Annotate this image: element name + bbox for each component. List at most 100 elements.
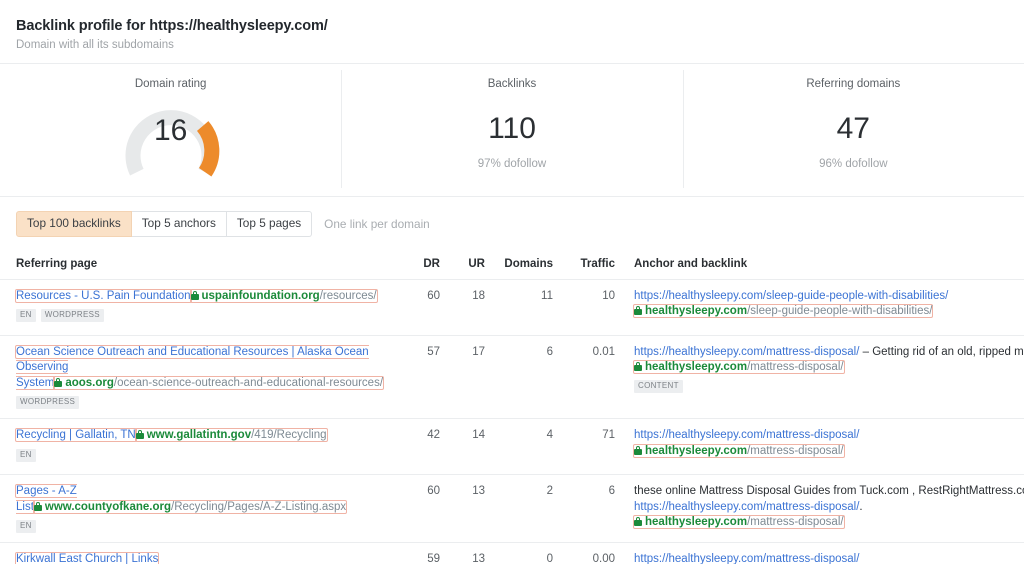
anchor-line: https://healthysleepy.com/mattress-dispo… — [634, 346, 1024, 358]
lock-icon — [634, 445, 642, 455]
lock-icon — [634, 362, 642, 372]
cell-dr: 57 — [427, 345, 440, 358]
tab-top-100-backlinks[interactable]: Top 100 backlinks — [16, 211, 132, 237]
cell-traffic: 0.01 — [592, 345, 615, 358]
referring-domain: aoos.org — [65, 376, 114, 389]
tabs-row: Top 100 backlinks Top 5 anchors Top 5 pa… — [0, 197, 1024, 247]
one-link-per-domain-note: One link per domain — [324, 216, 430, 231]
tab-top-5-pages[interactable]: Top 5 pages — [226, 211, 313, 237]
backlink-target-url[interactable]: https://healthysleepy.com/mattress-dispo… — [634, 553, 859, 564]
referring-page-url[interactable]: uspainfoundation.org/resources/ — [190, 289, 377, 302]
anchor-line: https://healthysleepy.com/sleep-guide-pe… — [634, 290, 948, 302]
referring-path: /resources/ — [319, 289, 377, 302]
backlink-profile-page: Backlink profile for https://healthyslee… — [0, 0, 1024, 564]
metric-label: Referring domains — [806, 78, 901, 90]
anchor-text-block: https://healthysleepy.com/mattress-dispo… — [634, 345, 1024, 361]
metric-label: Domain rating — [134, 78, 207, 90]
metric-sublabel: 97% dofollow — [477, 158, 547, 170]
lock-icon — [634, 517, 642, 527]
referring-path: /419/Recycling — [251, 429, 327, 442]
cell-anchor-and-backlink: https://healthysleepy.com/mattress-dispo… — [615, 428, 1024, 459]
badge-en: EN — [16, 448, 36, 462]
tab-top-5-anchors[interactable]: Top 5 anchors — [131, 211, 227, 237]
cell-traffic: 10 — [602, 289, 615, 302]
column-header-traffic: Traffic — [580, 257, 615, 270]
backlink-url[interactable]: healthysleepy.com/mattress-disposal/ — [634, 445, 844, 457]
table-body: Resources - U.S. Pain Foundation uspainfo… — [0, 280, 1024, 564]
referring-page-badges: EN WORDPRESS — [16, 309, 396, 323]
referring-path: /Recycling/Pages/A-Z-Listing.aspx — [171, 500, 347, 513]
badge-content: CONTENT — [634, 380, 683, 394]
cell-referring-page: Pages - A-Z List www.countyofkane.org/Rec… — [16, 484, 396, 534]
cell-domains: 6 — [546, 345, 553, 358]
badge-wordpress: WORDPRESS — [16, 396, 80, 410]
cell-ur: 18 — [472, 289, 485, 302]
cell-domains: 4 — [546, 429, 553, 442]
backlink-target-url[interactable]: https://healthysleepy.com/mattress-dispo… — [634, 501, 859, 513]
anchor-text: these online Mattress Disposal Guides fr… — [634, 485, 1024, 498]
page-header: Backlink profile for https://healthyslee… — [0, 0, 1024, 63]
cell-dr: 60 — [427, 485, 440, 498]
anchor-line: https://healthysleepy.com/mattress-dispo… — [634, 501, 863, 513]
domain-rating-gauge: 16 — [120, 94, 222, 182]
cell-traffic: 71 — [602, 429, 615, 442]
referring-page-badges: EN — [16, 520, 396, 534]
column-header-referring-page: Referring page — [16, 257, 98, 270]
metric-sublabel: 96% dofollow — [819, 158, 888, 170]
anchor-text-block: https://healthysleepy.com/mattress-dispo… — [634, 552, 1024, 564]
page-title: Backlink profile for https://healthyslee… — [16, 18, 328, 34]
backlink-path: /mattress-disposal/ — [747, 361, 844, 374]
referring-page-link[interactable]: Resources - U.S. Pain Foundation — [16, 290, 191, 302]
referring-domain: www.countyofkane.org — [44, 500, 171, 513]
backlink-domain: healthysleepy.com — [645, 444, 748, 457]
tab-group: Top 100 backlinks Top 5 anchors Top 5 pa… — [16, 211, 313, 237]
backlink-path: /mattress-disposal/ — [747, 444, 844, 457]
referring-page-url[interactable]: www.gallatintn.gov/419/Recycling — [135, 429, 327, 442]
anchor-badges: CONTENT — [634, 380, 1024, 394]
cell-referring-page: Resources - U.S. Pain Foundation uspainfo… — [16, 289, 396, 323]
backlink-target-url[interactable]: https://healthysleepy.com/mattress-dispo… — [634, 346, 859, 358]
backlink-url[interactable]: healthysleepy.com/mattress-disposal/ — [634, 516, 844, 528]
cell-ur: 13 — [472, 485, 485, 498]
backlink-url[interactable]: healthysleepy.com/mattress-disposal/ — [634, 361, 844, 373]
referring-page-link[interactable]: Recycling | Gallatin, TN — [16, 429, 136, 441]
column-header-anchor-and-backlink: Anchor and backlink — [634, 257, 748, 270]
cell-ur: 14 — [472, 429, 485, 442]
backlink-target-url[interactable]: https://healthysleepy.com/mattress-dispo… — [634, 429, 859, 441]
anchor-line: https://healthysleepy.com/mattress-dispo… — [634, 429, 859, 441]
lock-icon — [33, 501, 42, 511]
lock-icon — [634, 306, 642, 316]
referring-page-link[interactable]: Kirkwall East Church | Links — [16, 553, 158, 564]
column-header-domains: Domains — [504, 257, 553, 270]
cell-traffic: 6 — [608, 485, 615, 498]
badge-en: EN — [16, 309, 36, 323]
metric-referring-domains: Referring domains 47 96% dofollow — [682, 64, 1024, 196]
cell-dr: 42 — [427, 429, 440, 442]
referring-domain: uspainfoundation.org — [201, 289, 320, 302]
table-row: Recycling | Gallatin, TN www.gallatintn.g… — [0, 419, 1024, 476]
backlink-domain: healthysleepy.com — [645, 361, 748, 374]
backlink-path: /sleep-guide-people-with-disabilities/ — [747, 305, 933, 318]
cell-dr: 59 — [427, 553, 440, 564]
table-row: Ocean Science Outreach and Educational R… — [0, 336, 1024, 420]
backlink-target-url[interactable]: https://healthysleepy.com/sleep-guide-pe… — [634, 290, 948, 302]
referring-domain: www.gallatintn.gov — [146, 429, 252, 442]
anchor-text-block: https://healthysleepy.com/mattress-dispo… — [634, 428, 1024, 444]
lock-icon — [54, 377, 63, 387]
backlink-url[interactable]: healthysleepy.com/sleep-guide-people-wit… — [634, 305, 932, 317]
cell-anchor-and-backlink: https://healthysleepy.com/sleep-guide-pe… — [615, 289, 1024, 320]
cell-anchor-and-backlink: https://healthysleepy.com/mattress-dispo… — [615, 552, 1024, 564]
lock-icon — [190, 290, 199, 300]
backlinks-table: Referring page DR UR Domains Traffic Anc… — [0, 247, 1024, 564]
metric-label: Backlinks — [487, 78, 537, 90]
metrics-summary: Domain rating 16 Backlinks 110 97% dofol… — [0, 64, 1024, 196]
cell-anchor-and-backlink: these online Mattress Disposal Guides fr… — [615, 484, 1024, 530]
referring-page-url[interactable]: www.countyofkane.org/Recycling/Pages/A-Z… — [33, 500, 347, 513]
referring-page-url[interactable]: aoos.org/ocean-science-outreach-and-educ… — [54, 377, 383, 389]
cell-domains: 2 — [546, 485, 553, 498]
column-header-dr: DR — [423, 257, 440, 270]
table-row: Pages - A-Z List www.countyofkane.org/Rec… — [0, 475, 1024, 544]
metric-value: 110 — [488, 112, 536, 145]
cell-anchor-and-backlink: https://healthysleepy.com/mattress-dispo… — [615, 345, 1024, 394]
cell-ur: 13 — [472, 553, 485, 564]
